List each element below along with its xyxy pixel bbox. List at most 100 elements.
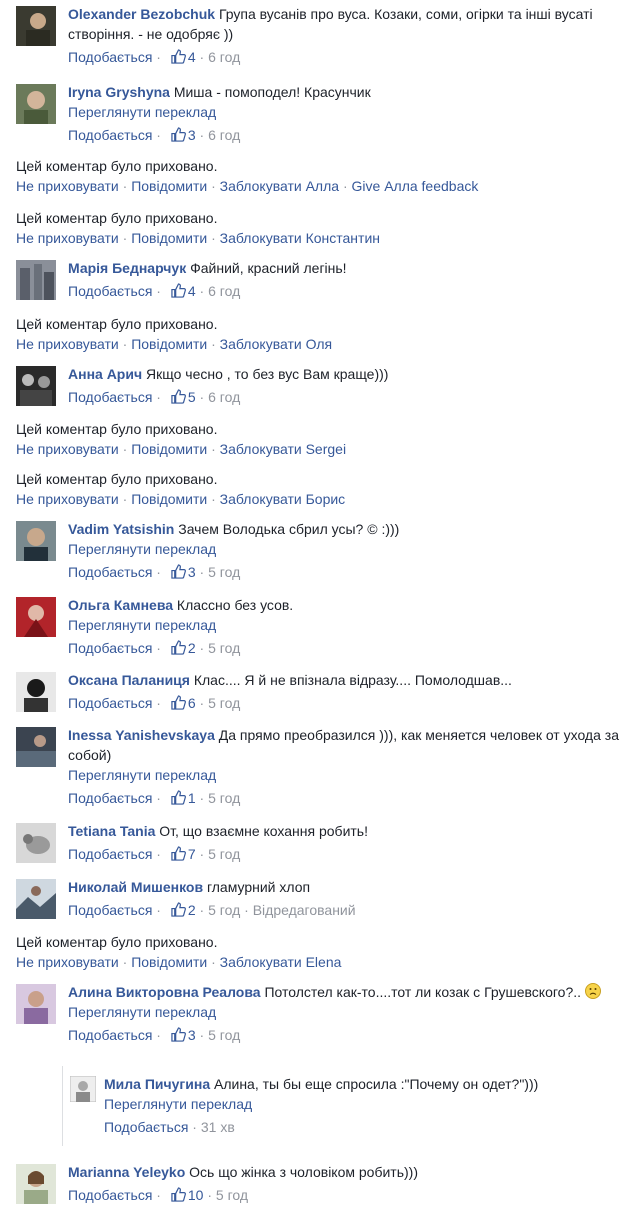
report-link[interactable]: Повідомити — [131, 441, 207, 457]
see-translation-link[interactable]: Переглянути переклад — [68, 1002, 636, 1022]
block-user-link[interactable]: Заблокувати Оля — [220, 336, 332, 352]
like-link[interactable]: Подобається — [104, 1119, 188, 1135]
timestamp[interactable]: 5 год — [208, 640, 240, 656]
unhide-link[interactable]: Не приховувати — [16, 230, 119, 246]
like-count[interactable]: 4 — [188, 49, 196, 65]
like-link[interactable]: Подобається — [68, 640, 152, 656]
avatar[interactable] — [16, 6, 56, 46]
like-count[interactable]: 3 — [188, 1027, 196, 1043]
see-translation-link[interactable]: Переглянути переклад — [68, 102, 636, 122]
see-translation-link[interactable]: Переглянути переклад — [68, 615, 636, 635]
unhide-link[interactable]: Не приховувати — [16, 441, 119, 457]
thumbs-up-icon[interactable] — [171, 49, 186, 64]
avatar[interactable] — [16, 727, 56, 767]
avatar[interactable] — [16, 597, 56, 637]
comment-author[interactable]: Iryna Gryshyna — [68, 84, 170, 100]
like-link[interactable]: Подобається — [68, 49, 152, 65]
like-link[interactable]: Подобається — [68, 127, 152, 143]
unhide-link[interactable]: Не приховувати — [16, 491, 119, 507]
report-link[interactable]: Повідомити — [131, 178, 207, 194]
block-user-link[interactable]: Заблокувати Алла — [220, 178, 339, 194]
comment-author[interactable]: Анна Арич — [68, 366, 142, 382]
comment-author[interactable]: Marianna Yeleyko — [68, 1164, 185, 1180]
comment-author[interactable]: Оксана Паланиця — [68, 672, 190, 688]
block-user-link[interactable]: Заблокувати Константин — [220, 230, 380, 246]
comment-author[interactable]: Николай Мишенков — [68, 879, 203, 895]
thumbs-up-icon[interactable] — [171, 640, 186, 655]
like-count[interactable]: 1 — [188, 790, 196, 806]
timestamp[interactable]: 5 год — [208, 790, 240, 806]
block-user-link[interactable]: Заблокувати Sergei — [220, 441, 346, 457]
thumbs-up-icon[interactable] — [171, 564, 186, 579]
like-link[interactable]: Подобається — [68, 283, 152, 299]
block-user-link[interactable]: Заблокувати Elena — [220, 954, 342, 970]
timestamp[interactable]: 6 год — [208, 389, 240, 405]
like-count[interactable]: 3 — [188, 564, 196, 580]
avatar[interactable] — [16, 984, 56, 1024]
timestamp[interactable]: 5 год — [208, 902, 240, 918]
thumbs-up-icon[interactable] — [171, 695, 186, 710]
avatar[interactable] — [16, 366, 56, 406]
avatar[interactable] — [16, 84, 56, 124]
avatar[interactable] — [16, 260, 56, 300]
comment-author[interactable]: Tetiana Tania — [68, 823, 155, 839]
thumbs-up-icon[interactable] — [171, 846, 186, 861]
timestamp[interactable]: 5 год — [208, 695, 240, 711]
avatar[interactable] — [16, 879, 56, 919]
avatar[interactable] — [16, 1164, 56, 1204]
like-count[interactable]: 3 — [188, 127, 196, 143]
avatar[interactable] — [16, 672, 56, 712]
unhide-link[interactable]: Не приховувати — [16, 336, 119, 352]
like-count[interactable]: 10 — [188, 1187, 204, 1203]
unhide-link[interactable]: Не приховувати — [16, 954, 119, 970]
edited-label[interactable]: Відредагований — [253, 902, 356, 918]
timestamp[interactable]: 5 год — [216, 1187, 248, 1203]
comment-author[interactable]: Inessa Yanishevskaya — [68, 727, 215, 743]
like-link[interactable]: Подобається — [68, 695, 152, 711]
see-translation-link[interactable]: Переглянути переклад — [68, 765, 636, 785]
timestamp[interactable]: 5 год — [208, 564, 240, 580]
like-count[interactable]: 7 — [188, 846, 196, 862]
report-link[interactable]: Повідомити — [131, 491, 207, 507]
comment-author[interactable]: Vadim Yatsishin — [68, 521, 174, 537]
block-user-link[interactable]: Заблокувати Борис — [220, 491, 346, 507]
like-count[interactable]: 6 — [188, 695, 196, 711]
like-link[interactable]: Подобається — [68, 564, 152, 580]
thumbs-up-icon[interactable] — [171, 127, 186, 142]
timestamp[interactable]: 5 год — [208, 846, 240, 862]
like-link[interactable]: Подобається — [68, 902, 152, 918]
comment-author[interactable]: Мила Пичугина — [104, 1076, 210, 1092]
give-feedback-link[interactable]: Give Алла feedback — [352, 178, 479, 194]
timestamp[interactable]: 31 хв — [201, 1119, 235, 1135]
avatar[interactable] — [70, 1076, 96, 1102]
like-count[interactable]: 4 — [188, 283, 196, 299]
see-translation-link[interactable]: Переглянути переклад — [68, 539, 636, 559]
like-link[interactable]: Подобається — [68, 846, 152, 862]
timestamp[interactable]: 6 год — [208, 127, 240, 143]
timestamp[interactable]: 6 год — [208, 49, 240, 65]
like-link[interactable]: Подобається — [68, 389, 152, 405]
thumbs-up-icon[interactable] — [171, 1027, 186, 1042]
thumbs-up-icon[interactable] — [171, 389, 186, 404]
like-count[interactable]: 2 — [188, 640, 196, 656]
like-link[interactable]: Подобається — [68, 1187, 152, 1203]
comment-author[interactable]: Марія Беднарчук — [68, 260, 186, 276]
like-count[interactable]: 2 — [188, 902, 196, 918]
thumbs-up-icon[interactable] — [171, 790, 186, 805]
comment-author[interactable]: Алина Викторовна Реалова — [68, 984, 261, 1000]
report-link[interactable]: Повідомити — [131, 230, 207, 246]
report-link[interactable]: Повідомити — [131, 954, 207, 970]
like-link[interactable]: Подобається — [68, 1027, 152, 1043]
report-link[interactable]: Повідомити — [131, 336, 207, 352]
avatar[interactable] — [16, 521, 56, 561]
timestamp[interactable]: 6 год — [208, 283, 240, 299]
thumbs-up-icon[interactable] — [171, 1187, 186, 1202]
comment-author[interactable]: Olexander Bezobchuk — [68, 6, 215, 22]
see-translation-link[interactable]: Переглянути переклад — [104, 1094, 636, 1114]
like-link[interactable]: Подобається — [68, 790, 152, 806]
like-count[interactable]: 5 — [188, 389, 196, 405]
comment-author[interactable]: Ольга Камнева — [68, 597, 173, 613]
avatar[interactable] — [16, 823, 56, 863]
timestamp[interactable]: 5 год — [208, 1027, 240, 1043]
thumbs-up-icon[interactable] — [171, 283, 186, 298]
